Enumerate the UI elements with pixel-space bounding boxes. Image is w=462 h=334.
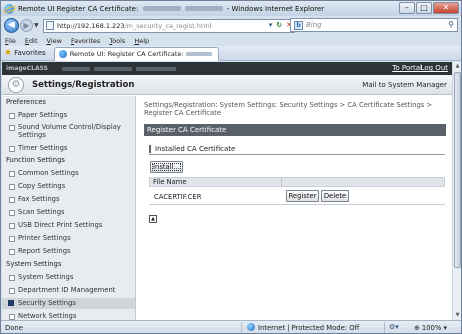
delete-button[interactable]: Delete: [321, 190, 349, 202]
divider: [149, 154, 445, 155]
window-title: Remote UI Register CA Certificate: - Win…: [18, 5, 324, 13]
maximize-button[interactable]: □: [416, 2, 432, 14]
sidebar-item-security-settings[interactable]: Security Settings: [2, 298, 135, 309]
window-controls: – □ ✕: [398, 2, 459, 14]
search-placeholder: Bing: [306, 21, 322, 29]
breadcrumb: Settings/Registration: System Settings: …: [144, 101, 433, 117]
status-divider: [384, 322, 385, 333]
internet-explorer-icon: [4, 3, 14, 14]
navigation-bar: ◀ ▶ ▼ http://192.168.1.223/m_security_ca…: [1, 16, 461, 35]
url-path: /m_security_ca_regist.html: [124, 21, 212, 30]
address-bar[interactable]: http://192.168.1.223/m_security_ca_regis…: [43, 18, 295, 33]
sidebar-item-report-settings[interactable]: Report Settings: [9, 247, 71, 255]
sidebar-item-copy-settings[interactable]: Copy Settings: [8, 182, 65, 190]
install-button[interactable]: Install...: [150, 161, 183, 173]
redacted-model-name: [185, 52, 212, 56]
scroll-up-icon[interactable]: ▲: [453, 62, 461, 71]
favorites-button[interactable]: Favorites: [14, 49, 46, 57]
sidebar-item-paper-settings[interactable]: Paper Settings: [8, 111, 67, 119]
brand-logo: imageCLASS: [6, 65, 48, 72]
menu-help[interactable]: Help: [134, 37, 149, 45]
sidebar-group-system-settings: System Settings: [6, 260, 62, 268]
minimize-button[interactable]: –: [399, 2, 415, 14]
to-portal-link[interactable]: To Portal: [392, 64, 422, 72]
log-out-link[interactable]: Log Out: [421, 64, 448, 72]
sidebar-item-system-settings[interactable]: System Settings: [8, 273, 73, 281]
menu-bar: File Edit View Favorites Tools Help: [1, 35, 461, 46]
redacted-model-name: [62, 67, 90, 71]
security-zone-text[interactable]: Internet | Protected Mode: Off: [258, 324, 359, 332]
recent-pages-dropdown-icon[interactable]: ▼: [34, 19, 41, 32]
url-host: http://192.168.1.223: [57, 21, 125, 30]
status-text: Done: [5, 324, 23, 332]
sidebar-group-preferences: Preferences: [6, 98, 46, 106]
menu-tools[interactable]: Tools: [109, 37, 125, 45]
section-title: Settings/Registration: [32, 80, 135, 90]
sidebar-item-timer-settings[interactable]: Timer Settings: [8, 144, 67, 152]
sidebar-item-scan-settings[interactable]: Scan Settings: [9, 208, 65, 216]
status-bar: Done Internet | Protected Mode: Off ⚙▾ ⊕…: [1, 320, 461, 333]
sidebar-item-department-id[interactable]: Department ID Management: [8, 286, 115, 294]
favorites-bar: ★ Favorites Remote UI: Register CA Certi…: [1, 46, 461, 61]
page-viewport: imageCLASS To Portal Log Out ⚙ Settings/…: [2, 62, 452, 320]
table-row: CACERTIF.CER Register Delete: [149, 187, 445, 205]
magnifier-icon: ⊕: [414, 324, 420, 332]
section-header: ⚙ Settings/Registration Mail to System M…: [2, 75, 452, 95]
redacted-model-name: [94, 67, 132, 71]
back-to-top-icon[interactable]: ▲: [149, 215, 157, 223]
scrollbar-thumb[interactable]: [454, 72, 461, 268]
favorites-star-icon[interactable]: ★: [4, 48, 12, 58]
sidebar-item-network-settings[interactable]: Network Settings: [8, 312, 76, 320]
settings-gear-icon: ⚙: [8, 77, 24, 93]
redacted-model-name: [142, 6, 181, 11]
window-title-suffix: - Windows Internet Explorer: [226, 4, 325, 13]
vertical-scrollbar[interactable]: ▲ ▼: [452, 62, 461, 320]
sidebar-item-printer-settings[interactable]: Printer Settings: [9, 234, 71, 242]
browser-window: Remote UI Register CA Certificate: - Win…: [0, 0, 462, 334]
refresh-icon[interactable]: ↻: [276, 21, 282, 29]
sidebar-item-common-settings[interactable]: Common Settings: [9, 169, 79, 177]
column-divider: [281, 178, 282, 187]
sidebar-item-fax-settings[interactable]: Fax Settings: [9, 195, 60, 203]
scroll-down-icon[interactable]: ▼: [453, 311, 461, 320]
tab-active-page[interactable]: Remote UI: Register CA Certificate:: [53, 46, 219, 61]
search-icon[interactable]: ⚲: [448, 20, 454, 29]
mail-to-system-manager-link[interactable]: Mail to System Manager: [362, 81, 447, 89]
title-bar: Remote UI Register CA Certificate: - Win…: [1, 1, 461, 16]
sidebar-group-function-settings: Function Settings: [6, 156, 65, 164]
menu-file[interactable]: File: [5, 37, 16, 45]
search-input[interactable]: b Bing ⚲: [290, 18, 458, 32]
sidebar-item-sound-volume[interactable]: Sound Volume Control/Display Settings: [9, 123, 128, 139]
forward-button[interactable]: ▶: [20, 19, 33, 32]
sidebar-item-usb-direct-print[interactable]: USB Direct Print Settings: [8, 221, 102, 229]
column-header-file-name: File Name: [153, 178, 187, 186]
zoom-level[interactable]: ⊕ 100% ▾: [414, 324, 447, 332]
back-button[interactable]: ◀: [4, 18, 19, 33]
redacted-model-name: [136, 67, 176, 71]
zoom-value: 100%: [421, 324, 442, 332]
close-button[interactable]: ✕: [433, 2, 459, 14]
page-favicon-icon: [58, 50, 67, 58]
menu-edit[interactable]: Edit: [25, 37, 38, 45]
address-dropdown-icon[interactable]: ▾: [269, 21, 273, 29]
page-title: Register CA Certificate: [144, 124, 446, 136]
menu-view[interactable]: View: [47, 37, 62, 45]
register-button[interactable]: Register: [286, 190, 319, 202]
installed-ca-certificate-heading: Installed CA Certificate: [149, 145, 235, 153]
tab-title: Remote UI: Register CA Certificate:: [69, 50, 184, 58]
bing-icon: b: [294, 20, 303, 30]
sidebar: Preferences Paper Settings Sound Volume …: [2, 96, 136, 320]
table-header: File Name: [149, 177, 445, 187]
certificate-file-name: CACERTIF.CER: [154, 193, 202, 201]
brand-bar: imageCLASS To Portal Log Out: [2, 62, 452, 75]
menu-favorites[interactable]: Favorites: [71, 37, 100, 45]
address-controls: ▾ ↻ ✕: [265, 21, 292, 29]
status-divider: [241, 322, 242, 333]
window-title-prefix: Remote UI Register CA Certificate:: [18, 4, 139, 13]
protected-mode-tools-icon[interactable]: ⚙▾: [389, 323, 399, 331]
internet-zone-icon: [247, 323, 255, 331]
redacted-model-name: [184, 6, 223, 11]
page-icon: [46, 21, 54, 30]
